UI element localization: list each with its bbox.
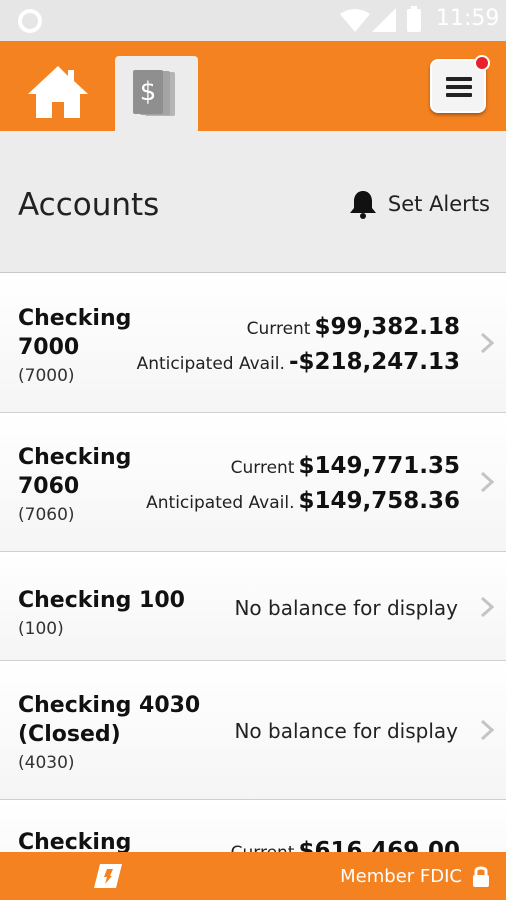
account-name-line: 7000: [18, 335, 80, 360]
chevron-right-icon: [480, 332, 494, 354]
anticipated-label: Anticipated Avail.: [136, 354, 285, 374]
anticipated-amount: -$218,247.13: [288, 349, 460, 375]
page-title: Accounts: [18, 187, 160, 223]
status-time: 11:59: [436, 6, 500, 31]
lock-icon: [473, 866, 489, 887]
chevron-right-icon: [480, 719, 494, 741]
account-name-line: Checking 4030: [18, 693, 201, 718]
top-nav: $: [0, 41, 506, 131]
notification-circle-icon: [18, 9, 42, 33]
account-row[interactable]: Checking 100 (100) No balance for displa…: [0, 552, 506, 661]
status-bar: 11:59: [0, 0, 506, 41]
hamburger-line: [446, 93, 472, 97]
account-row[interactable]: Checking 7000 (7000) Current $99,382.18 …: [0, 274, 506, 413]
accounts-list: Checking 7000 (7000) Current $99,382.18 …: [0, 274, 506, 900]
home-icon[interactable]: [26, 64, 90, 120]
page-header: Accounts Set Alerts: [0, 131, 506, 273]
set-alerts-button[interactable]: Set Alerts: [348, 189, 490, 219]
account-name: Checking 4030 (Closed): [18, 691, 200, 749]
set-alerts-label: Set Alerts: [387, 192, 490, 216]
no-balance-message: No balance for display: [234, 719, 458, 743]
current-amount: $99,382.18: [314, 314, 460, 340]
account-number: (4030): [18, 753, 75, 773]
bank-logo-icon[interactable]: [94, 864, 122, 888]
current-balance: Current $149,771.35: [231, 453, 460, 479]
current-balance: Current $99,382.18: [247, 314, 460, 340]
account-number: (7060): [18, 505, 75, 525]
account-number: (7000): [18, 366, 75, 386]
account-name: Checking 7000: [18, 304, 131, 362]
member-fdic-label: Member FDIC: [340, 866, 462, 887]
current-amount: $149,771.35: [298, 453, 460, 479]
anticipated-amount: $149,758.36: [298, 488, 460, 514]
no-balance-message: No balance for display: [234, 596, 458, 620]
hamburger-line: [446, 85, 472, 89]
menu-button[interactable]: [430, 55, 490, 113]
current-label: Current: [230, 458, 295, 478]
anticipated-label: Anticipated Avail.: [146, 493, 295, 513]
current-label: Current: [246, 319, 311, 339]
account-row[interactable]: Checking 4030 (Closed) (4030) No balance…: [0, 661, 506, 800]
wifi-icon: [340, 9, 370, 32]
account-name-line: Checking: [18, 306, 132, 331]
account-number: (100): [18, 619, 64, 639]
bell-icon: [349, 191, 376, 219]
account-row[interactable]: Checking 7060 (7060) Current $149,771.35…: [0, 413, 506, 552]
chevron-right-icon: [480, 471, 494, 493]
notification-dot: [474, 55, 490, 71]
footer-bar: Member FDIC: [0, 852, 506, 900]
battery-icon: [407, 6, 421, 32]
account-name-line: 7060: [18, 474, 80, 499]
money-icon: $: [133, 70, 163, 114]
signal-icon: [372, 8, 396, 32]
anticipated-balance: Anticipated Avail. -$218,247.13: [137, 349, 460, 375]
account-name-line: (Closed): [18, 722, 121, 747]
anticipated-balance: Anticipated Avail. $149,758.36: [146, 488, 460, 514]
hamburger-menu-icon: [446, 77, 472, 81]
account-name: Checking 100: [18, 588, 185, 613]
account-name-line: Checking: [18, 445, 132, 470]
account-name: Checking 7060: [18, 443, 131, 501]
accounts-tab[interactable]: $: [115, 56, 198, 131]
chevron-right-icon: [480, 596, 494, 618]
